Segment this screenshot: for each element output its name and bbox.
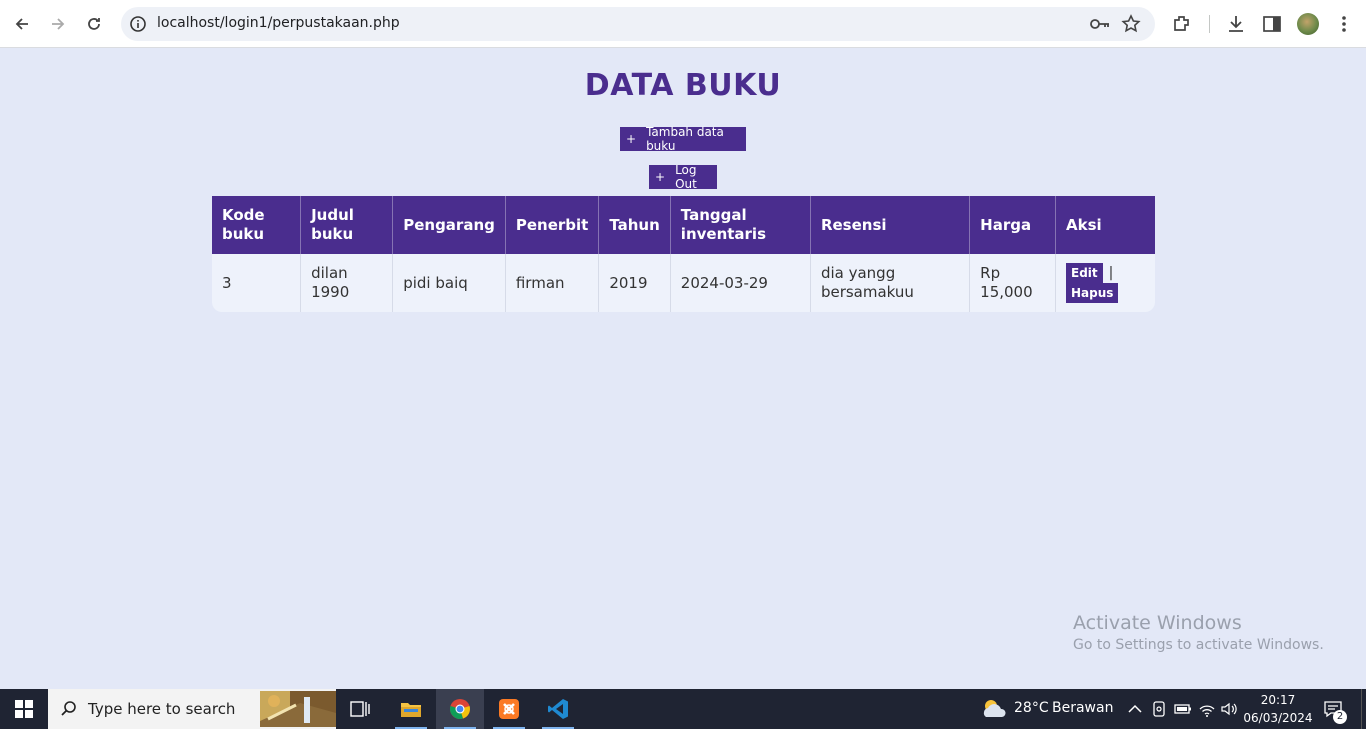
side-panel-icon[interactable]: [1261, 13, 1283, 35]
cell-kode: 3: [212, 254, 302, 312]
download-icon[interactable]: [1225, 13, 1247, 35]
system-clock[interactable]: 20:17 06/03/2024: [1242, 691, 1314, 727]
activate-windows-title: Activate Windows: [1073, 612, 1242, 634]
cell-penerbit: firman: [505, 254, 600, 312]
cell-aksi: Edit | Hapus: [1055, 254, 1155, 312]
action-separator: |: [1108, 265, 1114, 281]
show-desktop-button[interactable]: [1361, 689, 1366, 729]
folder-icon: [401, 703, 421, 717]
taskbar-file-explorer[interactable]: [387, 689, 435, 729]
table-row: 3 dilan 1990 pidi baiq firman 2019 2024-…: [212, 254, 1155, 312]
back-icon[interactable]: [10, 12, 34, 36]
taskbar-search[interactable]: Type here to search: [48, 689, 336, 729]
bookmark-star-icon[interactable]: [1121, 14, 1141, 34]
profile-avatar[interactable]: [1297, 13, 1319, 35]
header-aksi: Aksi: [1055, 196, 1155, 254]
reload-icon[interactable]: [82, 12, 106, 36]
plus-icon: +: [626, 132, 637, 146]
browser-toolbar: localhost/login1/perpustakaan.php: [0, 0, 1366, 48]
header-kode-buku: Kode buku: [212, 196, 302, 254]
books-table: Kode buku Judul buku Pengarang Penerbit …: [212, 196, 1155, 312]
page-title: DATA BUKU: [584, 68, 782, 103]
taskbar-vscode[interactable]: [534, 689, 582, 729]
site-info-icon[interactable]: [129, 15, 147, 33]
weather-cloud-icon[interactable]: [980, 697, 1008, 721]
header-harga: Harga: [969, 196, 1057, 254]
cell-resensi: dia yangg bersamakuu: [810, 254, 971, 312]
cell-pengarang: pidi baiq: [392, 254, 506, 312]
forward-icon[interactable]: [46, 12, 70, 36]
search-icon: [61, 701, 76, 716]
header-judul-buku: Judul buku: [300, 196, 394, 254]
xampp-icon: [499, 699, 519, 719]
windows-taskbar: Type here to search 28°C Berawan 20:17 0…: [0, 689, 1366, 729]
clock-date: 06/03/2024: [1243, 711, 1313, 725]
vscode-icon: [548, 699, 568, 719]
task-view-button[interactable]: [336, 689, 384, 729]
chevron-up-icon[interactable]: [1126, 700, 1144, 718]
edit-button[interactable]: Edit: [1066, 263, 1103, 283]
address-bar[interactable]: localhost/login1/perpustakaan.php: [121, 7, 1155, 41]
delete-button[interactable]: Hapus: [1066, 283, 1119, 303]
plus-icon: +: [655, 170, 666, 184]
task-view-icon: [350, 701, 370, 717]
password-key-icon[interactable]: [1089, 15, 1111, 33]
volume-icon[interactable]: [1220, 700, 1238, 718]
search-placeholder: Type here to search: [88, 700, 236, 718]
weather-description[interactable]: Berawan: [1052, 700, 1113, 716]
cell-harga: Rp 15,000: [969, 254, 1057, 312]
clock-time: 20:17: [1260, 693, 1296, 707]
cell-tahun: 2019: [598, 254, 671, 312]
activate-windows-subtitle: Go to Settings to activate Windows.: [1073, 637, 1324, 653]
header-resensi: Resensi: [810, 196, 971, 254]
toolbar-divider: [1209, 15, 1210, 33]
search-highlight-image: [260, 691, 336, 727]
menu-kebab-icon[interactable]: [1333, 13, 1355, 35]
meet-now-icon[interactable]: [1150, 700, 1168, 718]
logout-label: Log Out: [675, 163, 697, 191]
header-pengarang: Pengarang: [392, 196, 506, 254]
windows-logo-icon: [15, 700, 33, 718]
battery-icon[interactable]: [1174, 700, 1192, 718]
start-button[interactable]: [0, 689, 48, 729]
taskbar-xampp[interactable]: [485, 689, 533, 729]
header-tanggal-inventaris: Tanggal inventaris: [670, 196, 811, 254]
extensions-icon[interactable]: [1171, 13, 1193, 35]
notification-count-badge: 2: [1333, 710, 1347, 724]
weather-temperature[interactable]: 28°C: [1014, 700, 1049, 716]
header-penerbit: Penerbit: [505, 196, 600, 254]
add-book-label: Tambah data buku: [646, 125, 724, 153]
add-book-button[interactable]: + Tambah data buku: [620, 125, 746, 153]
taskbar-chrome[interactable]: [436, 689, 484, 729]
cell-tanggal: 2024-03-29: [670, 254, 811, 312]
cell-judul: dilan 1990: [300, 254, 394, 312]
header-tahun: Tahun: [598, 196, 671, 254]
table-header-row: Kode buku Judul buku Pengarang Penerbit …: [212, 196, 1155, 254]
url-text[interactable]: localhost/login1/perpustakaan.php: [157, 15, 400, 31]
chrome-icon: [450, 699, 470, 719]
wifi-icon[interactable]: [1198, 700, 1216, 718]
logout-button[interactable]: + Log Out: [649, 163, 717, 191]
